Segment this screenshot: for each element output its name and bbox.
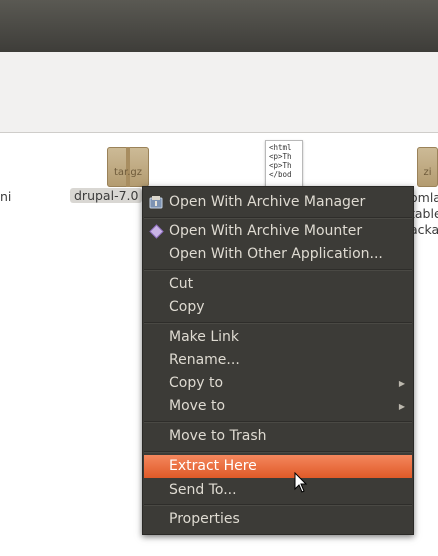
- menu-item-label: Send To...: [169, 482, 237, 498]
- archive-ext-label: tar.gz: [113, 167, 143, 178]
- menu-separator: [144, 421, 412, 423]
- menu-item-open-archive-manager[interactable]: Open With Archive Manager: [144, 191, 412, 214]
- menu-item-make-link[interactable]: Make Link: [144, 326, 412, 349]
- menu-separator: [144, 217, 412, 219]
- menu-item-open-archive-mounter[interactable]: Open With Archive Mounter: [144, 220, 412, 243]
- menu-item-label: Move to Trash: [169, 428, 267, 444]
- menu-item-copy[interactable]: Copy: [144, 296, 412, 319]
- context-menu: Open With Archive Manager Open With Arch…: [142, 186, 414, 535]
- menu-item-label: Cut: [169, 276, 194, 292]
- menu-item-label: Copy: [169, 299, 205, 315]
- archive-ext-label-partial: zi: [423, 167, 432, 178]
- menu-item-extract-here[interactable]: Extract Here: [144, 455, 412, 478]
- html-file-icon[interactable]: <html <p>Th <p>Th </bod: [265, 140, 303, 188]
- menu-item-rename[interactable]: Rename...: [144, 349, 412, 372]
- menu-item-copy-to[interactable]: Copy to ▶: [144, 372, 412, 395]
- file-label-drupal[interactable]: drupal-7.0: [70, 188, 143, 203]
- toolbar-area: [0, 52, 438, 133]
- menu-item-label: Open With Archive Mounter: [169, 223, 363, 239]
- file-label-partial[interactable]: ni: [0, 189, 11, 204]
- html-file-preview: <html <p>Th <p>Th </bod: [269, 143, 292, 179]
- menu-item-move-to-trash[interactable]: Move to Trash: [144, 425, 412, 448]
- file-label-partial-line2[interactable]: table: [410, 206, 438, 221]
- menu-item-label: Open With Other Application...: [169, 246, 383, 262]
- file-label-partial-line3[interactable]: acka: [410, 222, 438, 237]
- archive-mounter-icon: [149, 224, 164, 239]
- mouse-pointer-icon: [294, 472, 308, 493]
- menu-separator: [144, 451, 412, 453]
- menu-item-move-to[interactable]: Move to ▶: [144, 395, 412, 418]
- menu-item-properties[interactable]: Properties: [144, 508, 412, 531]
- submenu-arrow-icon: ▶: [398, 402, 405, 411]
- archive-file-icon[interactable]: tar.gz: [107, 147, 149, 187]
- menu-separator: [144, 269, 412, 271]
- archive-file-icon-partial[interactable]: zi: [417, 147, 438, 187]
- menu-separator: [144, 504, 412, 506]
- submenu-arrow-icon: ▶: [398, 379, 405, 388]
- menu-item-cut[interactable]: Cut: [144, 273, 412, 296]
- menu-item-label: Extract Here: [169, 458, 257, 474]
- archive-manager-icon: [149, 196, 163, 209]
- menu-item-send-to[interactable]: Send To...: [144, 479, 412, 502]
- menu-item-label: Rename...: [169, 352, 240, 368]
- menu-item-open-other-application[interactable]: Open With Other Application...: [144, 243, 412, 266]
- window-titlebar: [0, 0, 438, 52]
- file-label-partial-line1[interactable]: omla: [410, 190, 438, 205]
- menu-item-label: Make Link: [169, 329, 239, 345]
- menu-item-label: Open With Archive Manager: [169, 194, 366, 210]
- menu-separator: [144, 322, 412, 324]
- menu-item-label: Properties: [169, 511, 240, 527]
- menu-item-label: Copy to: [169, 375, 224, 391]
- menu-item-label: Move to: [169, 398, 226, 414]
